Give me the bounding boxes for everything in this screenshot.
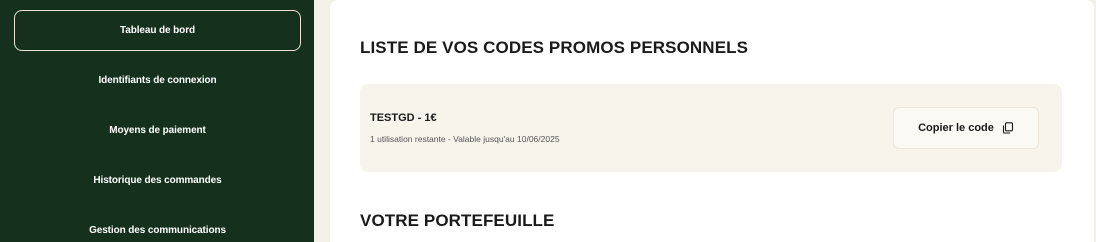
main-content: LISTE DE VOS CODES PROMOS PERSONNELS TES… — [330, 0, 1094, 242]
sidebar-item-dashboard[interactable]: Tableau de bord — [14, 10, 301, 51]
copy-icon — [1002, 122, 1014, 134]
sidebar-item-label: Tableau de bord — [120, 25, 195, 36]
sidebar-item-login-credentials[interactable]: Identifiants de connexion — [14, 60, 301, 101]
sidebar-item-order-history[interactable]: Historique des commandes — [14, 160, 301, 201]
account-page: Tableau de bord Identifiants de connexio… — [0, 0, 1096, 242]
promo-codes-title: LISTE DE VOS CODES PROMOS PERSONNELS — [360, 38, 749, 57]
wallet-title: VOTRE PORTEFEUILLE — [360, 211, 555, 230]
copy-code-button[interactable]: Copier le code — [893, 107, 1039, 149]
promo-code-card: TESTGD - 1€ 1 utilisation restante - Val… — [360, 84, 1062, 172]
sidebar-item-payment-methods[interactable]: Moyens de paiement — [14, 110, 301, 151]
sidebar-item-communications[interactable]: Gestion des communications — [14, 210, 301, 242]
sidebar-item-label: Moyens de paiement — [109, 125, 206, 136]
promo-code-value: TESTGD - 1€ — [370, 112, 437, 124]
promo-code-details: 1 utilisation restante - Valable jusqu'a… — [370, 134, 560, 144]
sidebar-item-label: Historique des commandes — [93, 175, 222, 186]
copy-code-label: Copier le code — [918, 122, 994, 134]
sidebar-item-label: Identifiants de connexion — [98, 75, 217, 86]
account-sidebar: Tableau de bord Identifiants de connexio… — [0, 0, 314, 242]
sidebar-item-label: Gestion des communications — [89, 225, 226, 236]
